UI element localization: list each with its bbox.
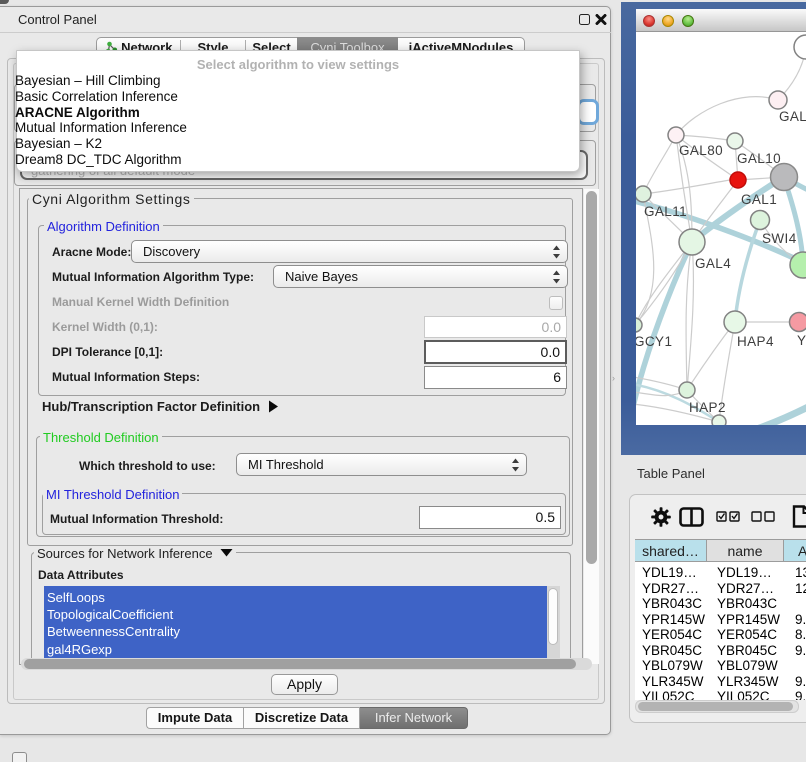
svg-text:HAP2: HAP2 xyxy=(689,400,726,415)
svg-text:GAL11: GAL11 xyxy=(644,204,687,219)
svg-text:GAL7: GAL7 xyxy=(779,109,806,124)
svg-text:Y: Y xyxy=(797,333,806,348)
svg-text:GAL10: GAL10 xyxy=(737,151,781,166)
svg-text:GAL1: GAL1 xyxy=(741,192,777,207)
svg-text:GAL80: GAL80 xyxy=(679,143,723,158)
svg-text:HAP4: HAP4 xyxy=(737,334,774,349)
svg-text:GAL4: GAL4 xyxy=(695,256,731,271)
svg-text:GCY1: GCY1 xyxy=(636,334,672,349)
svg-text:SWI4: SWI4 xyxy=(762,231,797,246)
